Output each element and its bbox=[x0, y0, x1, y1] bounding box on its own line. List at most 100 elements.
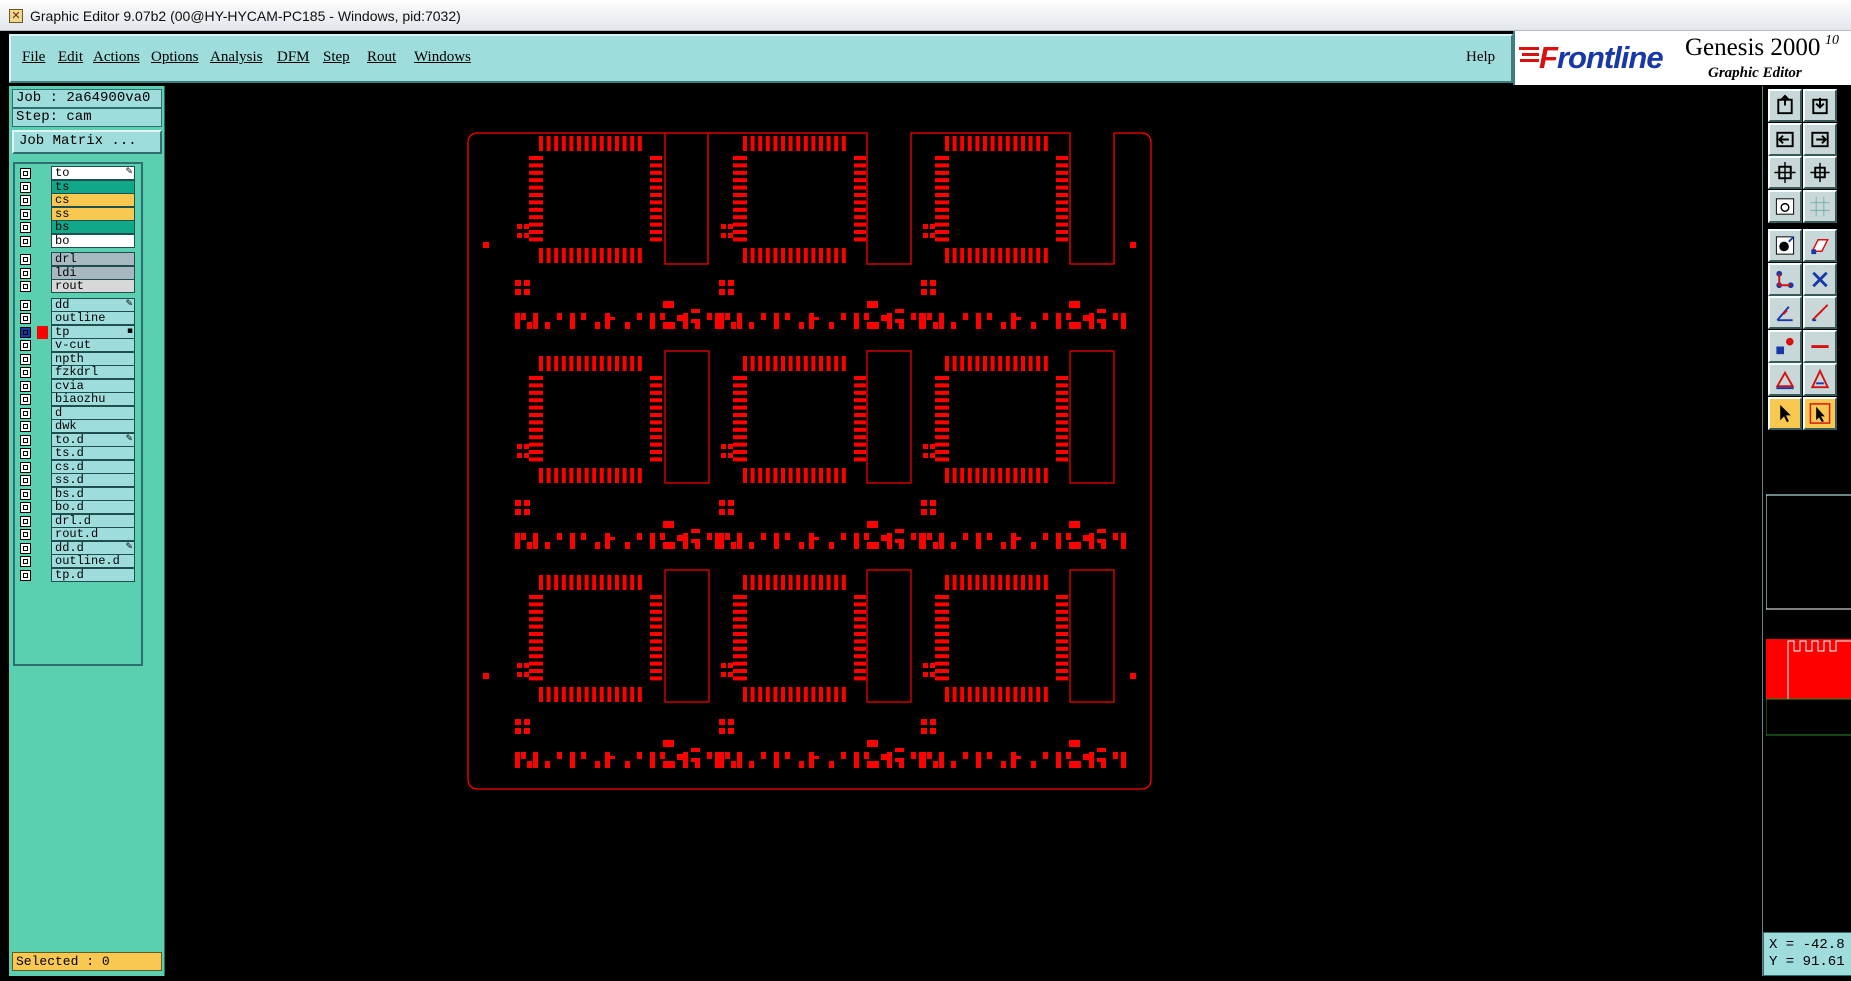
layer-row[interactable]: tp.d bbox=[15, 567, 141, 584]
select-box-button[interactable] bbox=[1803, 396, 1837, 430]
layer-name[interactable]: dd ✎ bbox=[51, 297, 135, 312]
layer-name[interactable]: tp ▪ bbox=[51, 324, 135, 339]
menu-rout[interactable]: Rout bbox=[367, 49, 396, 66]
layer-checkbox[interactable] bbox=[20, 235, 31, 247]
layer-row[interactable]: bo bbox=[15, 233, 141, 250]
pad-button[interactable] bbox=[1768, 329, 1802, 363]
layer-checkbox[interactable] bbox=[20, 569, 31, 581]
layer-name[interactable]: d bbox=[51, 405, 135, 420]
open-button[interactable] bbox=[1768, 89, 1802, 122]
layer-checkbox[interactable] bbox=[20, 488, 31, 500]
menu-edit[interactable]: Edit bbox=[58, 49, 83, 66]
layer-checkbox[interactable] bbox=[20, 195, 31, 206]
layer-checkbox[interactable] bbox=[20, 380, 31, 392]
layer-checkbox[interactable] bbox=[20, 434, 31, 446]
layer-checkbox[interactable] bbox=[20, 529, 31, 540]
layer-name[interactable]: ss bbox=[51, 206, 135, 221]
layer-checkbox[interactable] bbox=[20, 181, 31, 193]
layer-checkbox[interactable] bbox=[20, 542, 31, 554]
layer-name[interactable]: to ✎ bbox=[51, 166, 135, 180]
overview-window[interactable] bbox=[1765, 494, 1851, 855]
layer-name[interactable]: bo bbox=[51, 233, 135, 248]
layer-checkbox[interactable] bbox=[20, 475, 31, 486]
connect-button[interactable] bbox=[1768, 262, 1802, 296]
draw-line-button[interactable] bbox=[1803, 296, 1837, 329]
layer-checkbox[interactable] bbox=[20, 168, 31, 179]
layer-checkbox[interactable] bbox=[20, 421, 31, 432]
layer-name[interactable]: biaozhu bbox=[51, 392, 135, 406]
layer-name[interactable]: bo.d bbox=[51, 500, 135, 514]
layer-name[interactable]: cs bbox=[51, 193, 135, 207]
menu-analysis[interactable]: Analysis bbox=[210, 49, 263, 66]
layer-checkbox[interactable] bbox=[20, 353, 31, 365]
layer-name[interactable]: ldi bbox=[51, 265, 135, 280]
layer-checkbox[interactable] bbox=[20, 502, 31, 513]
edit-shape-button[interactable] bbox=[1803, 229, 1837, 262]
grid-button[interactable] bbox=[1803, 189, 1837, 223]
layer-checkbox[interactable] bbox=[20, 407, 31, 419]
layer-name[interactable]: outline bbox=[51, 311, 135, 325]
add-pad-button[interactable] bbox=[1768, 229, 1802, 262]
menu-step[interactable]: Step bbox=[323, 49, 350, 66]
save-button[interactable] bbox=[1803, 89, 1837, 122]
layer-checkbox[interactable] bbox=[20, 515, 31, 527]
menu-help[interactable]: Help bbox=[1466, 49, 1495, 66]
layer-checkbox[interactable] bbox=[20, 267, 31, 279]
layer-checkbox[interactable] bbox=[20, 313, 31, 324]
layer-checkbox[interactable] bbox=[20, 394, 31, 405]
triangle-filled-button[interactable] bbox=[1803, 363, 1837, 396]
delete-button[interactable] bbox=[1803, 262, 1837, 296]
layer-checkbox[interactable] bbox=[20, 556, 31, 567]
layer-name[interactable]: dd.d ✎ bbox=[51, 540, 135, 555]
zoom-fit-button[interactable] bbox=[1768, 156, 1802, 189]
layer-name[interactable]: ss.d bbox=[51, 473, 135, 487]
layer-name[interactable]: drl.d bbox=[51, 513, 135, 528]
menu-options[interactable]: Options bbox=[151, 49, 199, 66]
select-button[interactable] bbox=[1768, 396, 1802, 430]
layer-name[interactable]: bs bbox=[51, 220, 135, 234]
layer-checkbox[interactable] bbox=[20, 222, 31, 233]
next-button[interactable] bbox=[1803, 122, 1837, 156]
layer-row[interactable]: rout bbox=[15, 279, 141, 295]
layer-name[interactable]: cvia bbox=[51, 378, 135, 393]
layer-checkbox[interactable] bbox=[20, 461, 31, 473]
layer-checkbox[interactable] bbox=[20, 340, 31, 351]
menu-file[interactable]: File bbox=[22, 49, 45, 66]
graphic-canvas[interactable] bbox=[165, 86, 1762, 976]
measure-button[interactable] bbox=[1768, 296, 1802, 329]
layer-name[interactable]: ts bbox=[51, 179, 135, 194]
layer-checkbox[interactable] bbox=[20, 281, 31, 292]
qfp-pad-right bbox=[650, 230, 662, 234]
layer-name[interactable]: drl bbox=[51, 252, 135, 266]
layer-name[interactable]: bs.d bbox=[51, 486, 135, 501]
layer-name[interactable]: cs.d bbox=[51, 459, 135, 474]
snapshot-button[interactable] bbox=[1768, 189, 1802, 223]
layer-name[interactable]: dwk bbox=[51, 419, 135, 433]
layer-name[interactable]: rout bbox=[51, 279, 135, 293]
layer-name[interactable]: tp.d bbox=[51, 567, 135, 582]
menu-windows[interactable]: Windows bbox=[414, 49, 471, 66]
layer-name[interactable]: v-cut bbox=[51, 338, 135, 352]
zoom-home-button[interactable] bbox=[1803, 156, 1837, 189]
pcb-board-view[interactable] bbox=[165, 86, 1762, 976]
layer-name[interactable]: to.d ✎ bbox=[51, 432, 135, 447]
menu-actions[interactable]: Actions bbox=[93, 49, 140, 66]
layer-name[interactable]: ts.d bbox=[51, 446, 135, 460]
triangle-button[interactable] bbox=[1768, 363, 1802, 396]
layer-name[interactable]: outline.d bbox=[51, 554, 135, 568]
qfp-pad-left bbox=[935, 602, 949, 607]
qfp-pad-bottom bbox=[983, 248, 987, 263]
layer-name[interactable]: fzkdrl bbox=[51, 365, 135, 379]
previous-button[interactable] bbox=[1768, 122, 1802, 156]
layer-checkbox[interactable] bbox=[20, 448, 31, 459]
layer-name[interactable]: rout.d bbox=[51, 527, 135, 541]
layer-checkbox[interactable] bbox=[20, 208, 31, 220]
layer-name[interactable]: npth bbox=[51, 351, 135, 366]
layer-checkbox[interactable] bbox=[20, 326, 31, 338]
layer-checkbox[interactable] bbox=[20, 254, 31, 265]
job-matrix-button[interactable]: Job Matrix ... bbox=[12, 130, 162, 154]
line-button[interactable] bbox=[1803, 329, 1837, 363]
layer-checkbox[interactable] bbox=[20, 367, 31, 378]
layer-checkbox[interactable] bbox=[20, 299, 31, 311]
menu-dfm[interactable]: DFM bbox=[277, 49, 310, 66]
